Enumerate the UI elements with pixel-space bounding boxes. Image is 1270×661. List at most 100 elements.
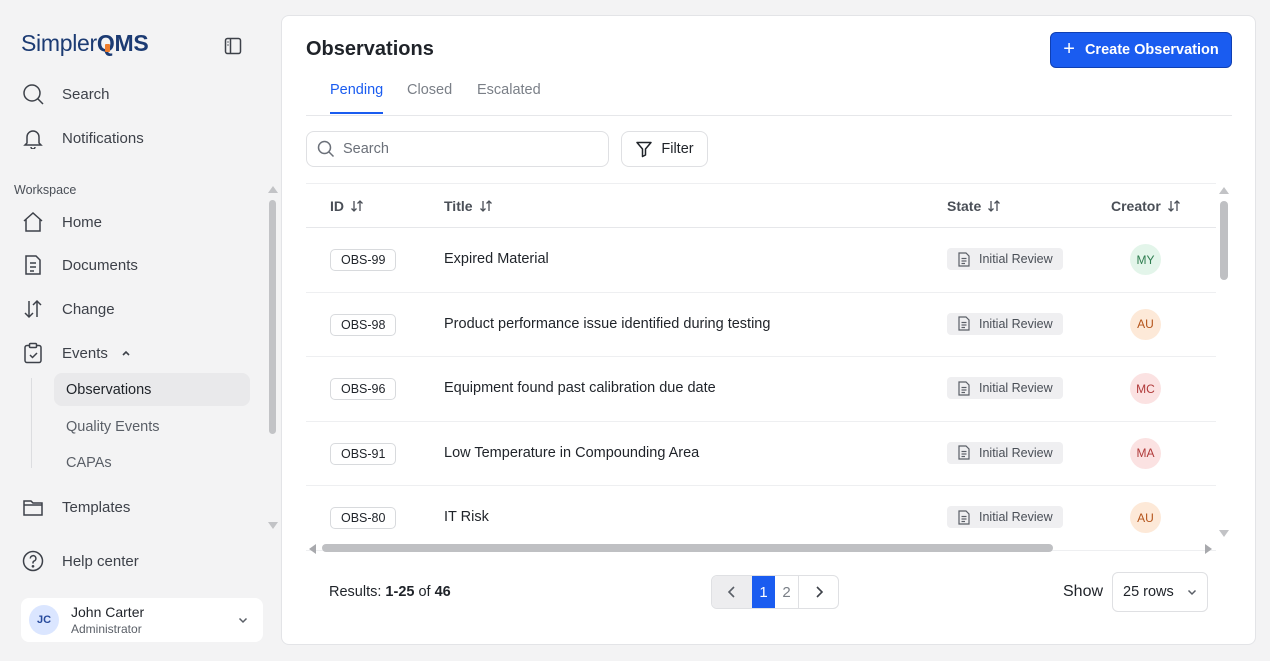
sidebar-scroll-down-arrow[interactable]	[268, 522, 278, 529]
tabs: Pending Closed Escalated	[306, 80, 1232, 116]
table-vertical-scrollbar-thumb[interactable]	[1220, 201, 1228, 280]
folder-icon	[23, 500, 43, 516]
chevron-down-icon[interactable]	[237, 614, 249, 626]
sidebar-help-label: Help center	[62, 552, 139, 570]
sidebar-subitem-quality-events[interactable]: Quality Events	[54, 410, 250, 443]
next-page-button[interactable]	[798, 576, 838, 608]
state-label: Initial Review	[979, 381, 1053, 395]
chevron-down-icon	[1187, 589, 1196, 596]
results-summary: Results: 1-25 of 46	[329, 584, 451, 600]
observation-title[interactable]: Equipment found past calibration due dat…	[444, 380, 716, 396]
page-title: Observations	[306, 38, 434, 60]
create-observation-label: Create Observation	[1084, 42, 1219, 58]
observation-title[interactable]: Product performance issue identified dur…	[444, 316, 770, 332]
show-label: Show	[1063, 583, 1104, 600]
sidebar-search[interactable]: Search	[22, 82, 110, 106]
observation-id: OBS-96	[330, 378, 397, 400]
sidebar-item-label: Documents	[62, 256, 138, 274]
chevron-right-icon	[815, 586, 823, 598]
sort-icon	[988, 200, 1001, 212]
rows-per-page-select[interactable]: 25 rows	[1112, 572, 1208, 612]
observation-title[interactable]: Expired Material	[444, 251, 549, 267]
document-icon	[958, 509, 970, 525]
sidebar-subitem-observations[interactable]: Observations	[54, 373, 250, 406]
sidebar: SimplerQMS Search Notifications Workspac…	[0, 0, 280, 661]
page-1-button[interactable]: 1	[752, 576, 775, 608]
filter-button[interactable]: Filter	[621, 131, 708, 167]
sidebar-item-label: Events	[62, 344, 108, 362]
help-circle-icon	[22, 550, 44, 572]
observation-title[interactable]: Low Temperature in Compounding Area	[444, 445, 699, 461]
creator-avatar[interactable]: MA	[1130, 437, 1161, 469]
state-label: Initial Review	[979, 445, 1053, 460]
search-icon	[23, 84, 44, 105]
user-role: Administrator	[71, 622, 142, 636]
chevron-up-icon[interactable]	[120, 347, 132, 359]
table-row[interactable]: OBS-80 IT Risk Initial Review AU	[306, 486, 1216, 551]
creator-avatar[interactable]: MC	[1130, 373, 1161, 404]
bell-icon	[23, 130, 43, 149]
sidebar-search-label: Search	[62, 85, 110, 103]
table-header: ID Title State Creator	[306, 183, 1216, 228]
table-scroll-down-arrow[interactable]	[1219, 530, 1229, 537]
creator-avatar[interactable]: AU	[1130, 308, 1161, 340]
sidebar-item-templates[interactable]: Templates	[22, 495, 130, 519]
sidebar-item-label: Change	[62, 300, 115, 318]
create-observation-button[interactable]: + Create Observation	[1050, 32, 1232, 68]
clipboard-check-icon	[24, 342, 42, 364]
sidebar-notifications[interactable]: Notifications	[22, 126, 144, 150]
sort-icon	[479, 200, 492, 212]
chevron-left-icon	[727, 586, 735, 598]
creator-avatar[interactable]: MY	[1130, 244, 1161, 275]
state-badge: Initial Review	[947, 506, 1063, 528]
observation-id: OBS-80	[330, 507, 397, 529]
column-header-creator[interactable]: Creator	[1111, 198, 1181, 214]
state-badge: Initial Review	[947, 312, 1063, 335]
sort-icon	[1167, 200, 1180, 212]
tab-closed[interactable]: Closed	[407, 82, 452, 112]
table-row[interactable]: OBS-98 Product performance issue identifi…	[306, 293, 1216, 357]
column-header-title[interactable]: Title	[444, 198, 493, 214]
main-panel: Observations + Create Observation Pendin…	[281, 15, 1256, 645]
search-input[interactable]	[343, 141, 583, 157]
page-2-button[interactable]: 2	[775, 576, 798, 608]
sidebar-scrollbar-thumb[interactable]	[269, 200, 276, 434]
sidebar-subitem-capas[interactable]: CAPAs	[54, 446, 250, 479]
tab-pending[interactable]: Pending	[330, 82, 384, 114]
sidebar-notifications-label: Notifications	[62, 129, 144, 147]
creator-avatar[interactable]: AU	[1130, 502, 1161, 533]
user-menu[interactable]: JC John Carter Administrator	[21, 598, 263, 642]
sort-arrows-icon	[24, 299, 42, 319]
app-logo[interactable]: SimplerQMS	[21, 30, 149, 57]
sidebar-help-center[interactable]: Help center	[22, 549, 139, 573]
previous-page-button[interactable]	[712, 576, 752, 608]
home-icon	[23, 211, 43, 232]
sidebar-item-documents[interactable]: Documents	[22, 253, 138, 277]
observation-title[interactable]: IT Risk	[444, 509, 489, 525]
document-icon	[958, 445, 970, 460]
sort-icon	[351, 200, 363, 212]
state-badge: Initial Review	[947, 441, 1063, 464]
table-row[interactable]: OBS-91 Low Temperature in Compounding Are…	[306, 422, 1216, 486]
sidebar-scroll-up-arrow[interactable]	[268, 186, 278, 193]
tab-escalated[interactable]: Escalated	[477, 82, 541, 112]
table-scroll-up-arrow[interactable]	[1219, 187, 1229, 194]
sidebar-item-home[interactable]: Home	[22, 210, 102, 234]
plus-icon: +	[1063, 38, 1075, 60]
search-field[interactable]	[306, 131, 609, 167]
document-icon	[958, 251, 970, 267]
table-row[interactable]: OBS-96 Equipment found past calibration d…	[306, 357, 1216, 422]
table-horizontal-scrollbar-thumb[interactable]	[322, 544, 1053, 552]
state-badge: Initial Review	[947, 248, 1063, 270]
observation-id: OBS-98	[330, 313, 397, 336]
sidebar-toggle-icon[interactable]	[224, 37, 242, 55]
table-scroll-right-arrow[interactable]	[1205, 544, 1212, 554]
observation-id: OBS-91	[330, 442, 397, 465]
sidebar-item-events[interactable]: Events	[22, 341, 132, 365]
table-scroll-left-arrow[interactable]	[309, 544, 316, 554]
column-header-state[interactable]: State	[947, 198, 1001, 214]
state-label: Initial Review	[979, 510, 1053, 524]
sidebar-item-change[interactable]: Change	[22, 297, 115, 321]
table-row[interactable]: OBS-99 Expired Material Initial Review MY	[306, 228, 1216, 293]
column-header-id[interactable]: ID	[330, 198, 364, 214]
